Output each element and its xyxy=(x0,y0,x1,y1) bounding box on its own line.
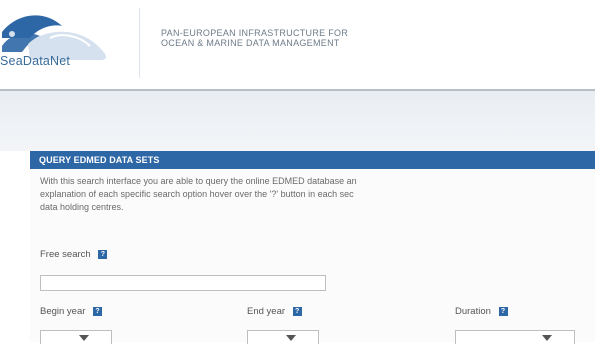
begin-year-label-text: Begin year xyxy=(40,306,86,317)
seadatanet-logo[interactable]: SeaDataNet xyxy=(0,2,140,86)
chevron-down-icon xyxy=(286,335,296,341)
intro-line-2: explanation of each specific search opti… xyxy=(40,189,354,199)
chevron-down-icon xyxy=(79,335,89,341)
tagline-line-2: OCEAN & MARINE DATA MANAGEMENT xyxy=(161,38,340,48)
help-icon[interactable]: ? xyxy=(498,306,508,316)
free-search-label-text: Free search xyxy=(40,249,91,260)
intro-line-3: data holding centres. xyxy=(40,202,124,212)
wave-icon xyxy=(2,15,106,60)
help-icon[interactable]: ? xyxy=(292,306,302,316)
logo-text: SeaDataNet xyxy=(0,54,71,68)
duration-label-text: Duration xyxy=(455,306,491,317)
query-panel: QUERY EDMED DATA SETS With this search i… xyxy=(30,151,595,342)
end-year-label: End year ? xyxy=(247,306,302,317)
tagline-line-1: PAN-EUROPEAN INFRASTRUCTURE FOR xyxy=(161,28,349,38)
begin-year-label: Begin year ? xyxy=(40,306,103,317)
duration-label: Duration ? xyxy=(455,306,508,317)
free-search-input[interactable] xyxy=(40,275,326,291)
site-header: SeaDataNet PAN-EUROPEAN INFRASTRUCTURE F… xyxy=(0,0,595,88)
intro-text: With this search interface you are able … xyxy=(40,175,595,214)
free-search-label: Free search ? xyxy=(40,249,108,260)
intro-line-1: With this search interface you are able … xyxy=(40,176,357,186)
banner-band xyxy=(0,91,595,151)
header-divider xyxy=(139,8,140,78)
help-icon[interactable]: ? xyxy=(98,249,108,259)
help-icon[interactable]: ? xyxy=(93,306,103,316)
panel-title: QUERY EDMED DATA SETS xyxy=(30,151,595,169)
site-tagline: PAN-EUROPEAN INFRASTRUCTURE FOR OCEAN & … xyxy=(161,28,348,48)
chevron-down-icon xyxy=(542,335,552,341)
end-year-label-text: End year xyxy=(247,306,286,317)
